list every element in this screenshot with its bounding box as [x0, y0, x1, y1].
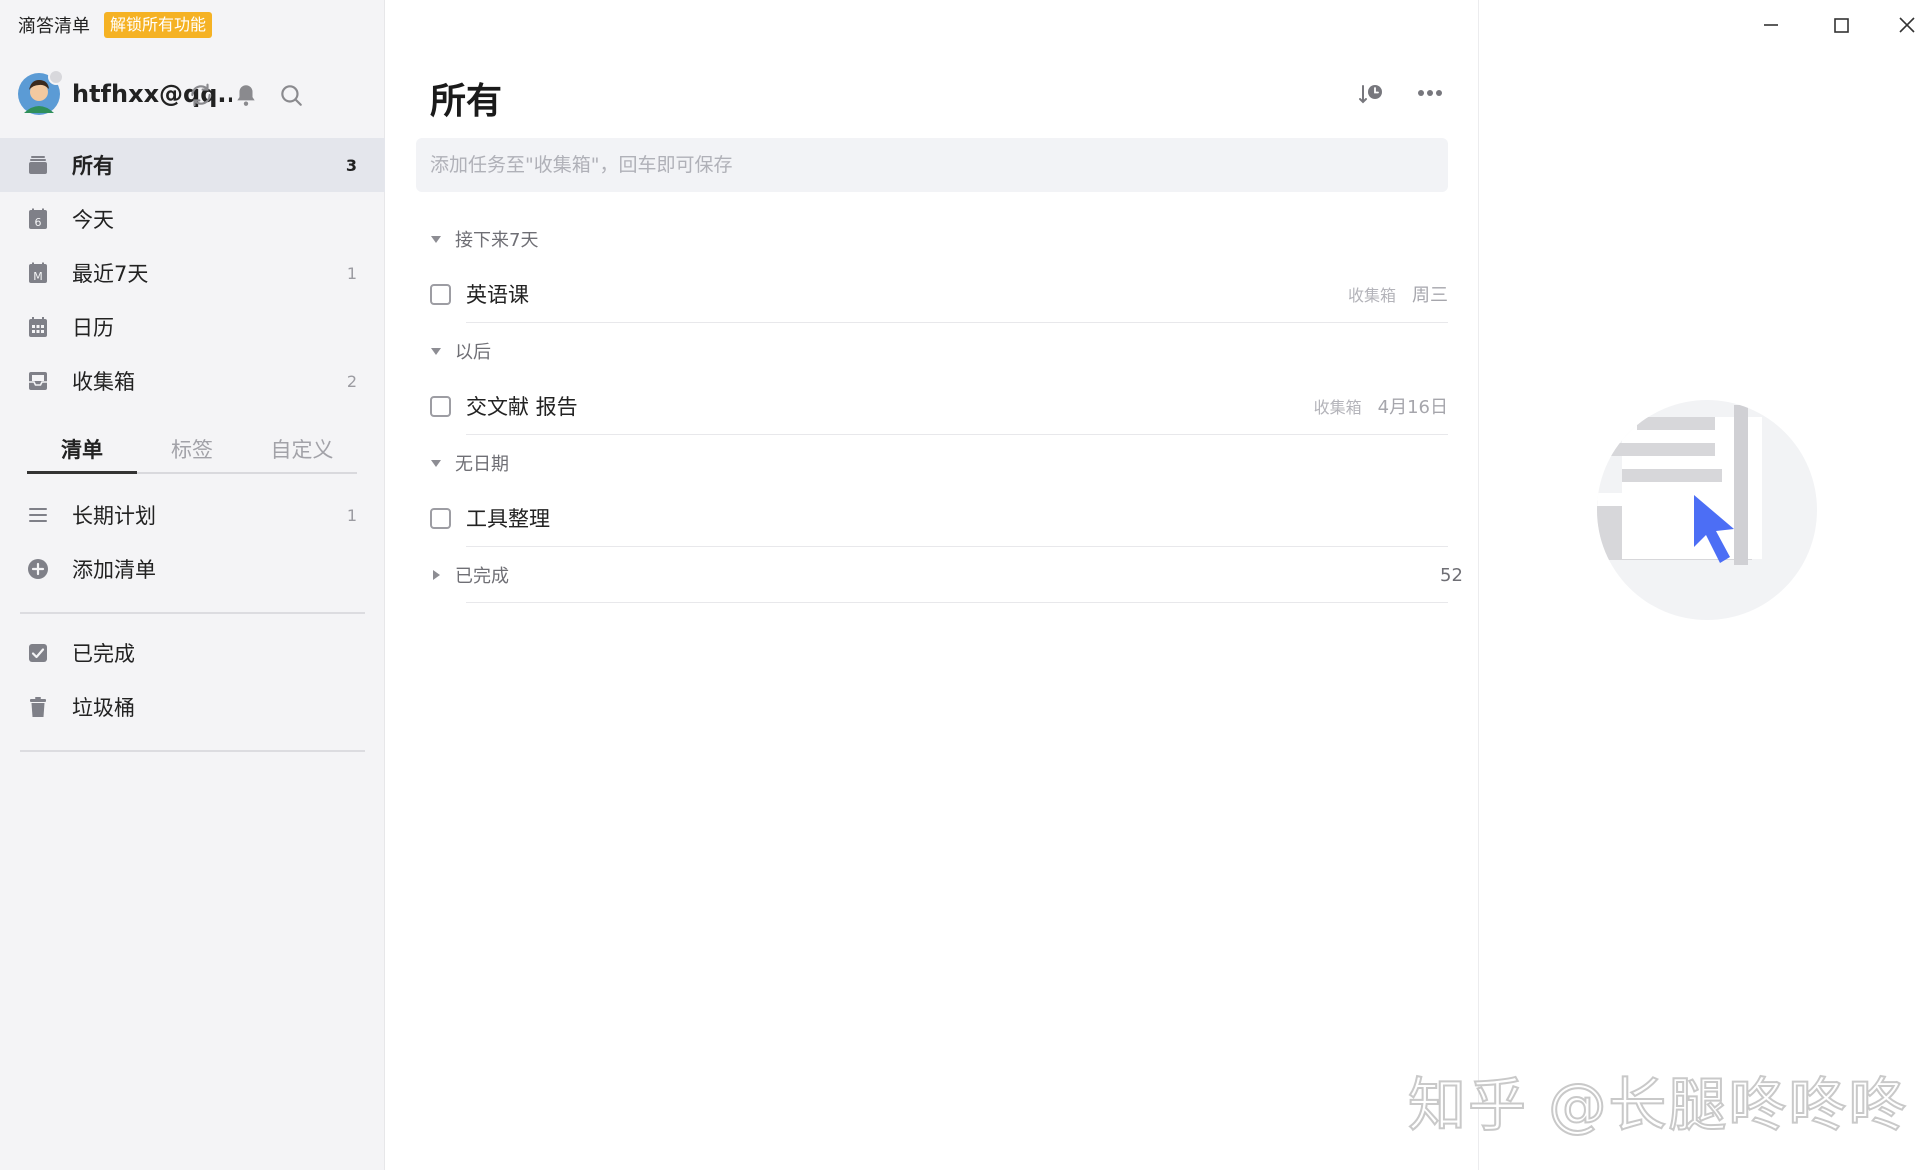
section-label: 无日期	[455, 454, 509, 475]
section-label: 接下来7天	[455, 230, 539, 251]
sidebar-item-label: 所有	[72, 154, 114, 178]
row-divider	[466, 322, 1448, 323]
bell-icon[interactable]	[233, 82, 259, 108]
section-header-no-date[interactable]: 无日期	[430, 448, 509, 478]
caret-down-icon	[431, 348, 441, 355]
sidebar-tabs: 清单 标签 自定义	[27, 430, 357, 474]
sidebar-item-long-term-plan[interactable]: 长期计划 1	[0, 488, 385, 542]
system-list-nav: 已完成 垃圾桶	[0, 626, 385, 734]
sidebar-item-label: 最近7天	[72, 262, 149, 286]
app-name: 滴答清单	[18, 16, 90, 37]
section-label: 以后	[455, 342, 491, 363]
sidebar-item-count: 3	[345, 155, 357, 175]
sidebar-item-next-7-days[interactable]: M 最近7天 1	[0, 246, 385, 300]
tab-tags[interactable]: 标签	[137, 430, 247, 472]
add-circle-icon	[26, 557, 50, 581]
svg-text:M: M	[33, 270, 43, 283]
tab-lists[interactable]: 清单	[27, 430, 137, 474]
inbox-icon	[26, 369, 50, 393]
calendar-grid-icon	[26, 315, 50, 339]
maximize-icon[interactable]	[1826, 10, 1856, 40]
smart-list-nav: 所有 3 6 今天 M 最近7天 1 日历 收集箱 2	[0, 138, 385, 408]
sidebar-item-inbox[interactable]: 收集箱 2	[0, 354, 385, 408]
account-row: htfhxx@qq...	[18, 69, 373, 116]
sidebar-item-trash[interactable]: 垃圾桶	[0, 680, 385, 734]
sidebar-item-all[interactable]: 所有 3	[0, 138, 385, 192]
sidebar-item-count: 1	[346, 263, 357, 283]
caret-down-icon	[431, 236, 441, 243]
crown-icon	[48, 69, 64, 85]
calendar-week-icon: M	[26, 261, 50, 285]
task-title[interactable]: 工具整理	[466, 503, 550, 533]
tab-custom[interactable]: 自定义	[247, 430, 357, 472]
sidebar-item-label: 今天	[72, 208, 114, 232]
sidebar-item-count: 2	[346, 371, 357, 391]
task-checkbox[interactable]	[430, 395, 451, 417]
calendar-day-icon: 6	[26, 207, 50, 231]
sidebar-item-count: 1	[346, 505, 357, 525]
svg-text:6: 6	[35, 216, 42, 229]
task-row[interactable]: 英语课 收集箱 周三	[430, 266, 1448, 322]
minimize-icon[interactable]	[1756, 10, 1786, 40]
sidebar-item-label: 垃圾桶	[72, 696, 135, 720]
section-header-next-7-days[interactable]: 接下来7天	[430, 224, 538, 254]
task-list-name: 收集箱	[1347, 286, 1396, 305]
sidebar-item-today[interactable]: 6 今天	[0, 192, 385, 246]
row-divider	[466, 434, 1448, 435]
user-list-nav: 长期计划 1 添加清单	[0, 488, 385, 596]
section-header-completed[interactable]: 已完成 52	[430, 560, 1463, 590]
sidebar-item-calendar[interactable]: 日历	[0, 300, 385, 354]
row-divider	[466, 546, 1448, 547]
task-detail-pane: 知乎 @长腿咚咚咚	[1407, 0, 1922, 1170]
list-lines-icon	[26, 503, 50, 527]
sidebar-item-label: 长期计划	[72, 504, 156, 528]
task-meta: 收集箱 4月16日	[1314, 393, 1448, 419]
close-icon[interactable]	[1892, 10, 1922, 40]
empty-detail-illustration	[1597, 400, 1817, 620]
sidebar-item-completed[interactable]: 已完成	[0, 626, 385, 680]
sidebar: 滴答清单 解锁所有功能 htfhxx@qq... 所有 3 6 今天 M 最近7…	[0, 0, 385, 1170]
sidebar-item-label: 收集箱	[72, 370, 135, 394]
sidebar-divider	[20, 750, 365, 752]
add-list-button[interactable]: 添加清单	[0, 542, 385, 596]
task-row[interactable]: 交文献 报告 收集箱 4月16日	[430, 378, 1448, 434]
more-options-icon[interactable]	[1414, 80, 1446, 106]
sidebar-item-label: 日历	[72, 316, 114, 340]
sort-by-time-icon[interactable]	[1355, 78, 1387, 110]
task-list-pane: 所有 接下来7天 英语课 收集箱 周三	[386, 0, 1479, 1170]
task-meta: 收集箱 周三	[1348, 281, 1448, 307]
sync-icon[interactable]	[188, 82, 214, 108]
task-title[interactable]: 交文献 报告	[466, 391, 578, 421]
caret-down-icon	[431, 460, 441, 467]
search-icon[interactable]	[278, 82, 304, 108]
unlock-badge[interactable]: 解锁所有功能	[104, 12, 213, 38]
checked-box-icon	[26, 641, 50, 665]
sidebar-item-label: 已完成	[72, 642, 135, 666]
sidebar-divider	[20, 612, 365, 614]
sidebar-item-label: 添加清单	[72, 558, 156, 582]
caret-right-icon	[433, 570, 440, 580]
page-title: 所有	[430, 81, 503, 122]
task-checkbox[interactable]	[430, 507, 451, 529]
completed-count: 52	[1440, 564, 1463, 586]
avatar[interactable]	[18, 69, 64, 115]
task-due-date[interactable]: 4月16日	[1378, 393, 1448, 419]
row-divider	[466, 602, 1448, 603]
quick-add-task-input[interactable]	[416, 138, 1448, 192]
task-list-name: 收集箱	[1313, 398, 1362, 417]
section-label: 已完成	[455, 566, 509, 587]
watermark: 知乎 @长腿咚咚咚	[1407, 1070, 1909, 1140]
task-row[interactable]: 工具整理	[430, 490, 1448, 546]
section-header-later[interactable]: 以后	[430, 336, 491, 366]
task-due-date[interactable]: 周三	[1412, 281, 1448, 307]
trash-icon	[26, 695, 50, 719]
task-checkbox[interactable]	[430, 283, 451, 305]
inbox-tray-icon	[26, 153, 50, 177]
titlebar: 滴答清单 解锁所有功能	[18, 12, 213, 38]
app-window: 滴答清单 解锁所有功能 htfhxx@qq... 所有 3 6 今天 M 最近7…	[0, 0, 1922, 1170]
task-title[interactable]: 英语课	[466, 279, 529, 309]
